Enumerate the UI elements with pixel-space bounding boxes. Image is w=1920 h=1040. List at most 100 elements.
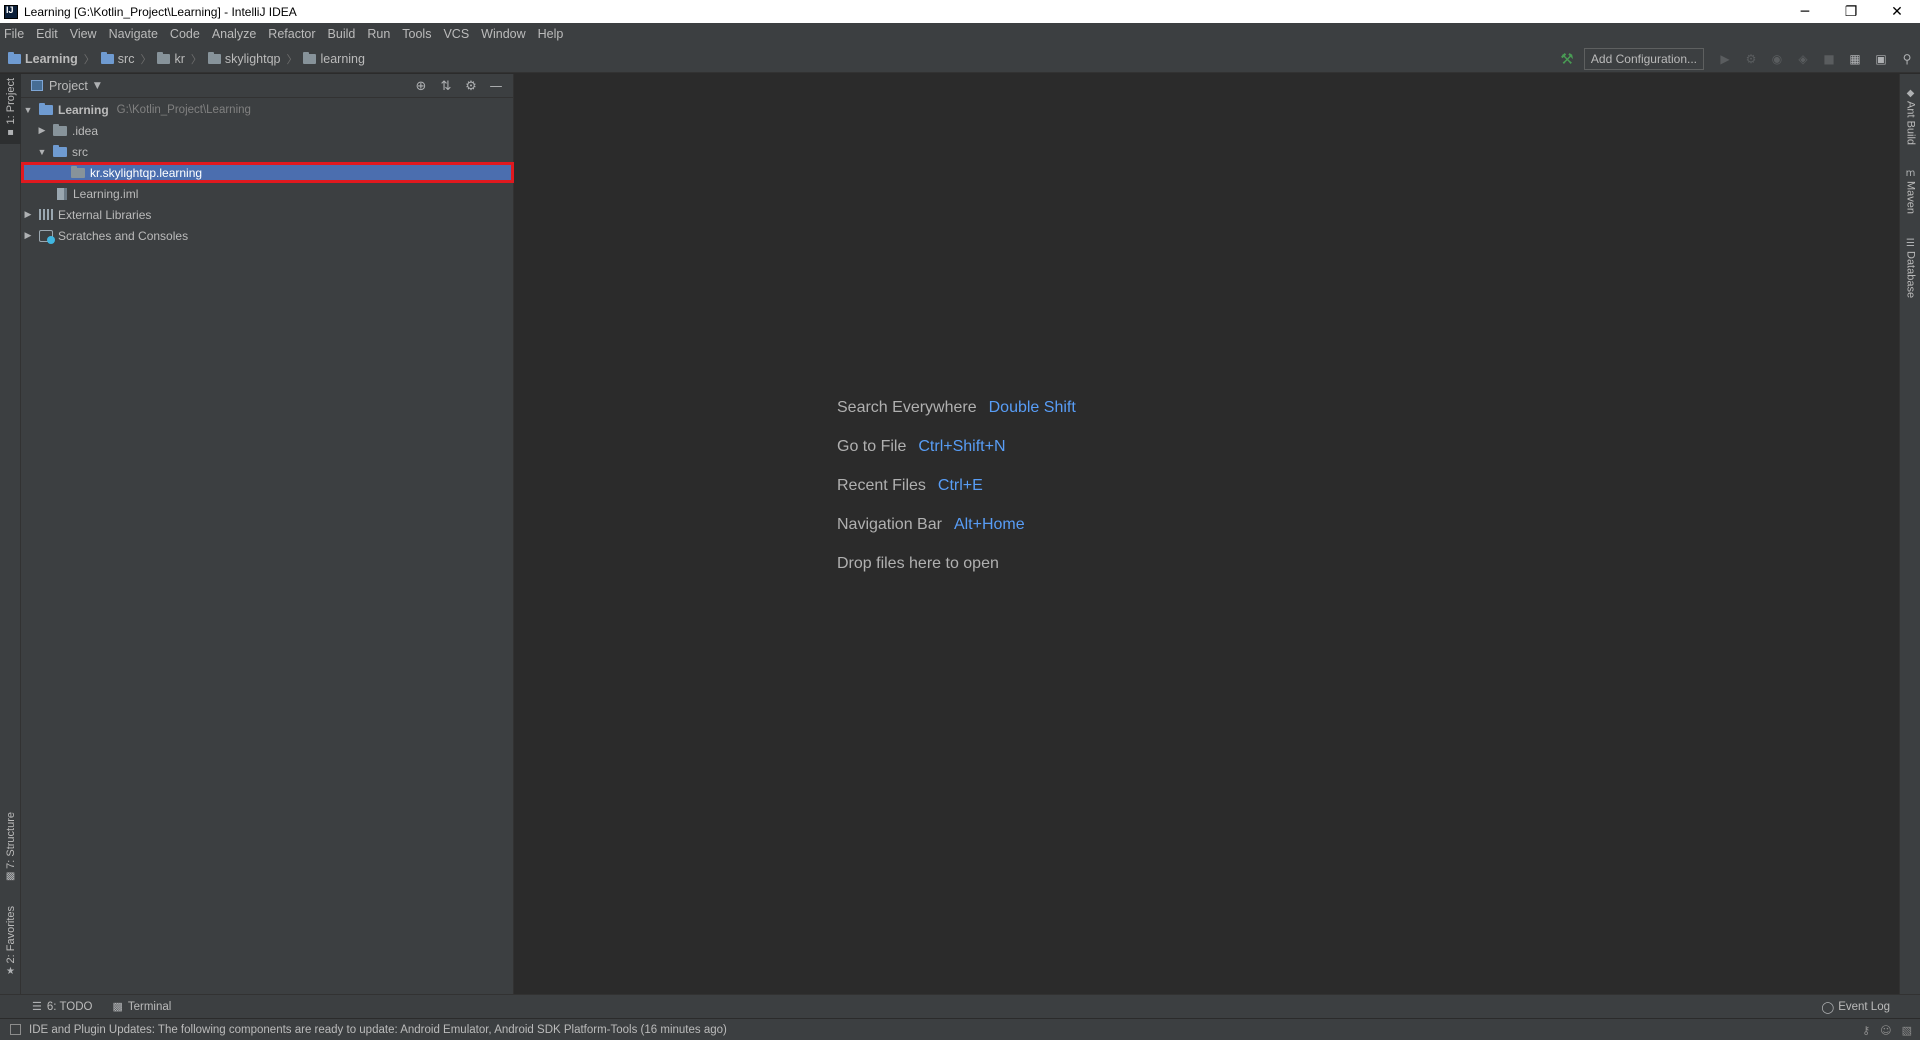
project-structure-icon[interactable]: ▦ — [1845, 49, 1865, 69]
tree-item-idea[interactable]: ▶ .idea — [21, 120, 514, 141]
breadcrumb-project[interactable]: Learning — [8, 51, 78, 66]
folder-icon — [53, 123, 67, 136]
window-title: Learning [G:\Kotlin_Project\Learning] - … — [24, 4, 297, 19]
tab-database[interactable]: ☰ Database — [1900, 234, 1920, 298]
status-bar-indicators: ⚷ ☺ ▧ — [1852, 1019, 1912, 1040]
menu-file[interactable]: File — [4, 27, 24, 41]
package-folder-icon — [303, 51, 317, 64]
terminal-icon: ▩ — [112, 1001, 123, 1013]
maven-icon: m — [1905, 168, 1916, 179]
ant-icon: ◆ — [1906, 88, 1915, 99]
locate-icon[interactable]: ⊕ — [410, 76, 432, 96]
hide-icon[interactable]: — — [485, 76, 507, 96]
menu-refactor[interactable]: Refactor — [268, 27, 315, 41]
iml-file-icon — [57, 187, 67, 200]
menu-bar: File Edit View Navigate Code Analyze Ref… — [0, 23, 1920, 45]
hint-search-everywhere: Search Everywhere Double Shift — [837, 398, 1076, 416]
right-tool-strip: ◆ Ant Build m Maven ☰ Database — [1899, 74, 1920, 994]
minimize-button[interactable]: ─ — [1782, 0, 1828, 23]
tab-terminal[interactable]: ▩ Terminal — [112, 1000, 171, 1014]
menu-edit[interactable]: Edit — [36, 27, 58, 41]
intellij-app-icon — [4, 4, 18, 19]
scratches-icon — [39, 229, 55, 244]
library-icon — [39, 209, 53, 220]
menu-vcs[interactable]: VCS — [443, 27, 469, 41]
main-toolbar: ⚒ Add Configuration... ▶ ⚙ ◉ ◈ ■ ▦ ▣ ⚲ — [1558, 45, 1920, 73]
hint-navigation-bar: Navigation Bar Alt+Home — [837, 515, 1025, 533]
menu-navigate[interactable]: Navigate — [109, 27, 158, 41]
collapse-arrow-icon[interactable]: ▶ — [23, 209, 33, 220]
hint-go-to-file: Go to File Ctrl+Shift+N — [837, 437, 1006, 455]
menu-view[interactable]: View — [70, 27, 97, 41]
breadcrumb-separator: 〉 — [83, 53, 95, 66]
menu-window[interactable]: Window — [481, 27, 525, 41]
module-path: G:\Kotlin_Project\Learning — [116, 103, 251, 116]
memory-icon[interactable]: ▧ — [1902, 1024, 1912, 1037]
todo-list-icon: ☰ — [32, 1001, 42, 1013]
tab-ant-build[interactable]: ◆ Ant Build — [1900, 84, 1920, 145]
tree-item-src[interactable]: ▼ src — [21, 141, 514, 162]
stop-icon[interactable]: ■ — [1819, 49, 1839, 69]
menu-analyze[interactable]: Analyze — [212, 27, 256, 41]
expand-arrow-icon[interactable]: ▼ — [23, 105, 33, 115]
gear-icon[interactable]: ⚙ — [460, 76, 482, 96]
breadcrumb-learning[interactable]: learning — [303, 51, 365, 66]
collapse-arrow-icon[interactable]: ▶ — [23, 230, 33, 241]
breadcrumb-kr[interactable]: kr — [157, 51, 185, 66]
breadcrumb-separator: 〉 — [190, 53, 202, 66]
event-log-icon: ◯ — [1821, 1002, 1835, 1014]
tab-todo[interactable]: ☰ 6: TODO — [32, 1000, 92, 1014]
bottom-tool-strip: ☰ 6: TODO ▩ Terminal ◯ Event Log — [0, 994, 1920, 1018]
chevron-down-icon[interactable]: ▼ — [94, 81, 101, 91]
tree-item-scratches[interactable]: ▶ Scratches and Consoles — [21, 225, 514, 246]
hint-recent-files: Recent Files Ctrl+E — [837, 476, 983, 494]
tab-event-log[interactable]: ◯ Event Log — [1821, 995, 1890, 1019]
package-folder-icon — [157, 51, 171, 64]
add-configuration-button[interactable]: Add Configuration... — [1583, 48, 1704, 70]
source-folder-icon — [53, 144, 67, 157]
project-folder-icon — [8, 51, 21, 64]
search-icon[interactable]: ⚲ — [1897, 49, 1917, 69]
tab-favorites[interactable]: 2: Favorites ★ — [0, 906, 21, 979]
menu-run[interactable]: Run — [367, 27, 390, 41]
tree-item-learning[interactable]: ▼ Learning G:\Kotlin_Project\Learning — [21, 99, 514, 120]
status-message[interactable]: IDE and Plugin Updates: The following co… — [29, 1024, 727, 1036]
toggle-tool-windows-icon[interactable] — [10, 1024, 21, 1035]
run-icon[interactable]: ▶ — [1715, 49, 1735, 69]
build-hammer-icon[interactable]: ⚒ — [1558, 50, 1576, 68]
package-folder-icon — [71, 165, 85, 178]
coverage-icon[interactable]: ◉ — [1767, 49, 1787, 69]
collapse-all-icon[interactable]: ⇅ — [435, 76, 457, 96]
tree-item-learning-iml[interactable]: Learning.iml — [21, 183, 514, 204]
tab-project[interactable]: 1: Project ▪ — [0, 74, 21, 145]
lock-icon[interactable]: ⚷ — [1862, 1024, 1870, 1037]
editor-area[interactable]: Search Everywhere Double Shift Go to Fil… — [515, 74, 1899, 994]
structure-icon: ▩ — [5, 871, 16, 883]
tree-item-kr-skylightqp-learning[interactable]: kr.skylightqp.learning — [21, 162, 514, 183]
tree-item-external-libraries[interactable]: ▶ External Libraries — [21, 204, 514, 225]
breadcrumb-separator: 〉 — [140, 53, 152, 66]
left-tool-strip: 1: Project ▪ 7: Structure ▩ 2: Favorites… — [0, 74, 21, 994]
breadcrumb-skylightqp[interactable]: skylightqp — [207, 51, 280, 66]
project-panel-tools: ⊕ ⇅ ⚙ — — [407, 74, 507, 98]
collapse-arrow-icon[interactable]: ▶ — [37, 125, 47, 136]
profile-icon[interactable]: ◈ — [1793, 49, 1813, 69]
restore-button[interactable]: ❐ — [1828, 0, 1874, 23]
menu-tools[interactable]: Tools — [402, 27, 431, 41]
project-panel: Project ▼ ⊕ ⇅ ⚙ — ▼ Learning G:\Kotlin_P… — [21, 74, 514, 994]
menu-build[interactable]: Build — [328, 27, 356, 41]
menu-code[interactable]: Code — [170, 27, 200, 41]
project-panel-header: Project ▼ ⊕ ⇅ ⚙ — — [21, 74, 513, 98]
editor-empty-hints: Search Everywhere Double Shift Go to Fil… — [837, 388, 1076, 583]
breadcrumb-src[interactable]: src — [100, 51, 134, 66]
inspector-icon[interactable]: ☺ — [1880, 1024, 1891, 1037]
layout-icon[interactable]: ▣ — [1871, 49, 1891, 69]
hint-drop-files: Drop files here to open — [837, 554, 999, 572]
tab-maven[interactable]: m Maven — [1900, 164, 1920, 214]
tab-structure[interactable]: 7: Structure ▩ — [0, 812, 21, 885]
project-view-selector[interactable]: Project — [49, 79, 88, 93]
close-button[interactable]: ✕ — [1874, 0, 1920, 23]
expand-arrow-icon[interactable]: ▼ — [37, 147, 47, 157]
menu-help[interactable]: Help — [538, 27, 564, 41]
debug-icon[interactable]: ⚙ — [1741, 49, 1761, 69]
